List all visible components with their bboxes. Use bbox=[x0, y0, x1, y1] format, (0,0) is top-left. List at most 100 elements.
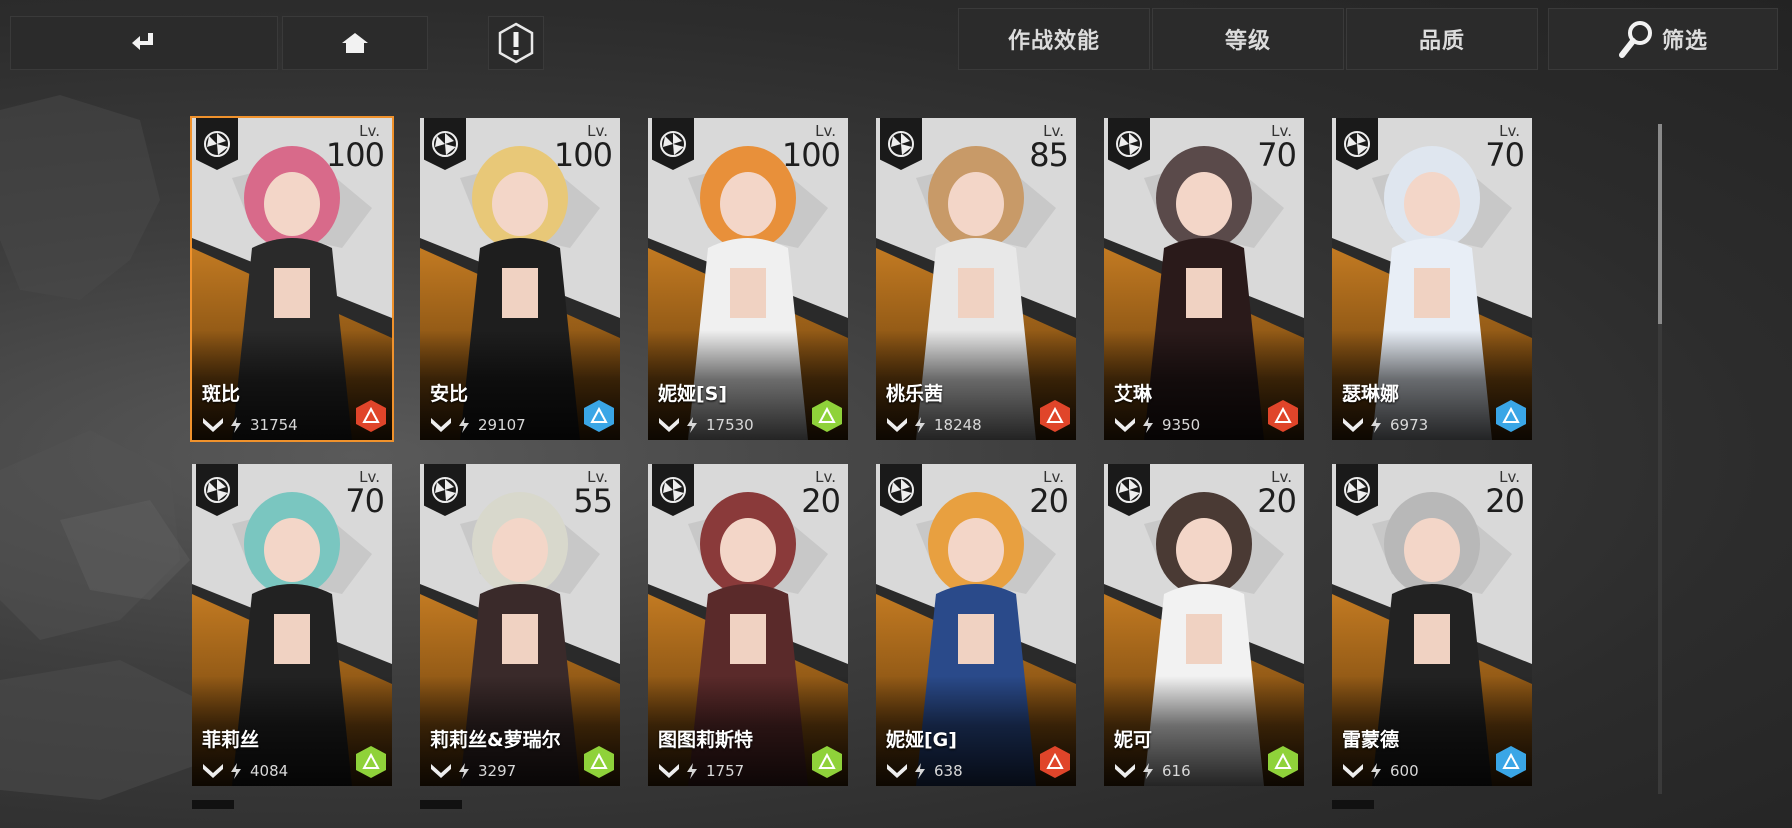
stats-row: 29107 bbox=[430, 416, 526, 434]
lightning-icon bbox=[1143, 763, 1153, 779]
level-value: 100 bbox=[325, 136, 385, 174]
level-value: 70 bbox=[1257, 136, 1297, 174]
home-icon bbox=[342, 33, 368, 53]
lightning-icon bbox=[915, 417, 925, 433]
power-value: 638 bbox=[934, 762, 963, 780]
class-shield-icon bbox=[424, 464, 466, 516]
level-value: 55 bbox=[573, 482, 613, 520]
character-card[interactable]: Lv. 70 菲莉丝 4084 bbox=[192, 464, 392, 786]
class-shield-icon bbox=[652, 464, 694, 516]
class-shield-icon bbox=[652, 118, 694, 170]
lightning-icon bbox=[459, 763, 469, 779]
filter-button[interactable]: 筛选 bbox=[1548, 8, 1778, 70]
stats-row: 17530 bbox=[658, 416, 754, 434]
character-name: 桃乐茜 bbox=[886, 383, 944, 405]
sort-efficiency-button[interactable]: 作战效能 bbox=[958, 8, 1150, 70]
class-shield-icon bbox=[1336, 118, 1378, 170]
magnifier-icon bbox=[1618, 21, 1652, 58]
rank-chevron-icon bbox=[1115, 418, 1135, 432]
level-value: 100 bbox=[553, 136, 613, 174]
back-button[interactable] bbox=[10, 16, 278, 70]
lightning-icon bbox=[1371, 417, 1381, 433]
stats-row: 4084 bbox=[202, 762, 288, 780]
sort-quality-button[interactable]: 品质 bbox=[1346, 8, 1538, 70]
sort-efficiency-label: 作战效能 bbox=[1007, 29, 1100, 54]
rank-chevron-icon bbox=[659, 764, 679, 778]
return-arrow-icon bbox=[132, 33, 153, 50]
level-value: 20 bbox=[1257, 482, 1297, 520]
character-card[interactable]: Lv. 20 图图莉斯特 1757 bbox=[648, 464, 848, 786]
rank-chevron-icon bbox=[659, 418, 679, 432]
lightning-icon bbox=[1371, 763, 1381, 779]
level-value: 85 bbox=[1029, 136, 1069, 174]
sort-quality-label: 品质 bbox=[1418, 29, 1465, 54]
character-name: 瑟琳娜 bbox=[1342, 383, 1400, 405]
stats-row: 1757 bbox=[658, 762, 744, 780]
stats-row: 600 bbox=[1342, 762, 1419, 780]
sort-level-label: 等级 bbox=[1224, 29, 1271, 54]
character-card[interactable]: Lv. 20 妮可 616 bbox=[1104, 464, 1304, 786]
character-card[interactable]: Lv. 100 安比 29107 bbox=[420, 118, 620, 440]
character-card[interactable]: Lv. 70 艾琳 9350 bbox=[1104, 118, 1304, 440]
character-card[interactable]: Lv. 100 妮娅[S] 17530 bbox=[648, 118, 848, 440]
level-value: 20 bbox=[1029, 482, 1069, 520]
class-shield-icon bbox=[1336, 464, 1378, 516]
filter-label: 筛选 bbox=[1661, 29, 1708, 54]
level-value: 20 bbox=[1485, 482, 1525, 520]
lightning-icon bbox=[687, 763, 697, 779]
lightning-icon bbox=[459, 417, 469, 433]
character-name: 妮可 bbox=[1114, 729, 1153, 751]
power-value: 18248 bbox=[934, 416, 982, 434]
class-shield-icon bbox=[880, 464, 922, 516]
character-card[interactable]: Lv. 85 桃乐茜 18248 bbox=[876, 118, 1076, 440]
stats-row: 18248 bbox=[886, 416, 982, 434]
next-row-stub bbox=[192, 800, 234, 809]
class-shield-icon bbox=[1108, 464, 1150, 516]
alert-button[interactable] bbox=[488, 16, 544, 70]
power-value: 616 bbox=[1162, 762, 1191, 780]
character-card[interactable]: Lv. 100 斑比 31754 bbox=[190, 116, 394, 442]
class-shield-icon bbox=[1108, 118, 1150, 170]
scrollbar-thumb[interactable] bbox=[1658, 124, 1662, 324]
character-card[interactable]: Lv. 70 瑟琳娜 6973 bbox=[1332, 118, 1532, 440]
character-name: 妮娅[S] bbox=[658, 383, 728, 405]
stats-row: 638 bbox=[886, 762, 963, 780]
lightning-icon bbox=[687, 417, 697, 433]
character-name: 艾琳 bbox=[1114, 383, 1153, 405]
rank-chevron-icon bbox=[431, 418, 451, 432]
rank-chevron-icon bbox=[203, 418, 223, 432]
power-value: 6973 bbox=[1390, 416, 1429, 434]
stats-row: 3297 bbox=[430, 762, 516, 780]
power-value: 29107 bbox=[478, 416, 526, 434]
stats-row: 9350 bbox=[1114, 416, 1200, 434]
rank-chevron-icon bbox=[431, 764, 451, 778]
rank-chevron-icon bbox=[1115, 764, 1135, 778]
power-value: 600 bbox=[1390, 762, 1419, 780]
rank-chevron-icon bbox=[203, 764, 223, 778]
lightning-icon bbox=[915, 763, 925, 779]
next-row-stub bbox=[1332, 800, 1374, 809]
lightning-icon bbox=[231, 763, 241, 779]
character-card[interactable]: Lv. 20 雷蒙德 600 bbox=[1332, 464, 1532, 786]
character-name: 雷蒙德 bbox=[1342, 729, 1400, 751]
character-name: 菲莉丝 bbox=[202, 729, 260, 751]
class-shield-icon bbox=[424, 118, 466, 170]
rank-chevron-icon bbox=[887, 764, 907, 778]
sort-level-button[interactable]: 等级 bbox=[1152, 8, 1344, 70]
character-name: 斑比 bbox=[202, 383, 241, 405]
power-value: 1757 bbox=[706, 762, 745, 780]
power-value: 9350 bbox=[1162, 416, 1201, 434]
power-value: 17530 bbox=[706, 416, 754, 434]
stats-row: 616 bbox=[1114, 762, 1191, 780]
class-shield-icon bbox=[196, 118, 238, 170]
power-value: 3297 bbox=[478, 762, 517, 780]
rank-chevron-icon bbox=[1343, 764, 1363, 778]
character-card[interactable]: Lv. 55 莉莉丝&萝瑞尔 3297 bbox=[420, 464, 620, 786]
home-button[interactable] bbox=[282, 16, 428, 70]
lightning-icon bbox=[1143, 417, 1153, 433]
rank-chevron-icon bbox=[1343, 418, 1363, 432]
lightning-icon bbox=[231, 417, 241, 433]
character-card[interactable]: Lv. 20 妮娅[G] 638 bbox=[876, 464, 1076, 786]
character-name: 妮娅[G] bbox=[886, 729, 957, 751]
scrollbar[interactable] bbox=[1658, 124, 1662, 794]
